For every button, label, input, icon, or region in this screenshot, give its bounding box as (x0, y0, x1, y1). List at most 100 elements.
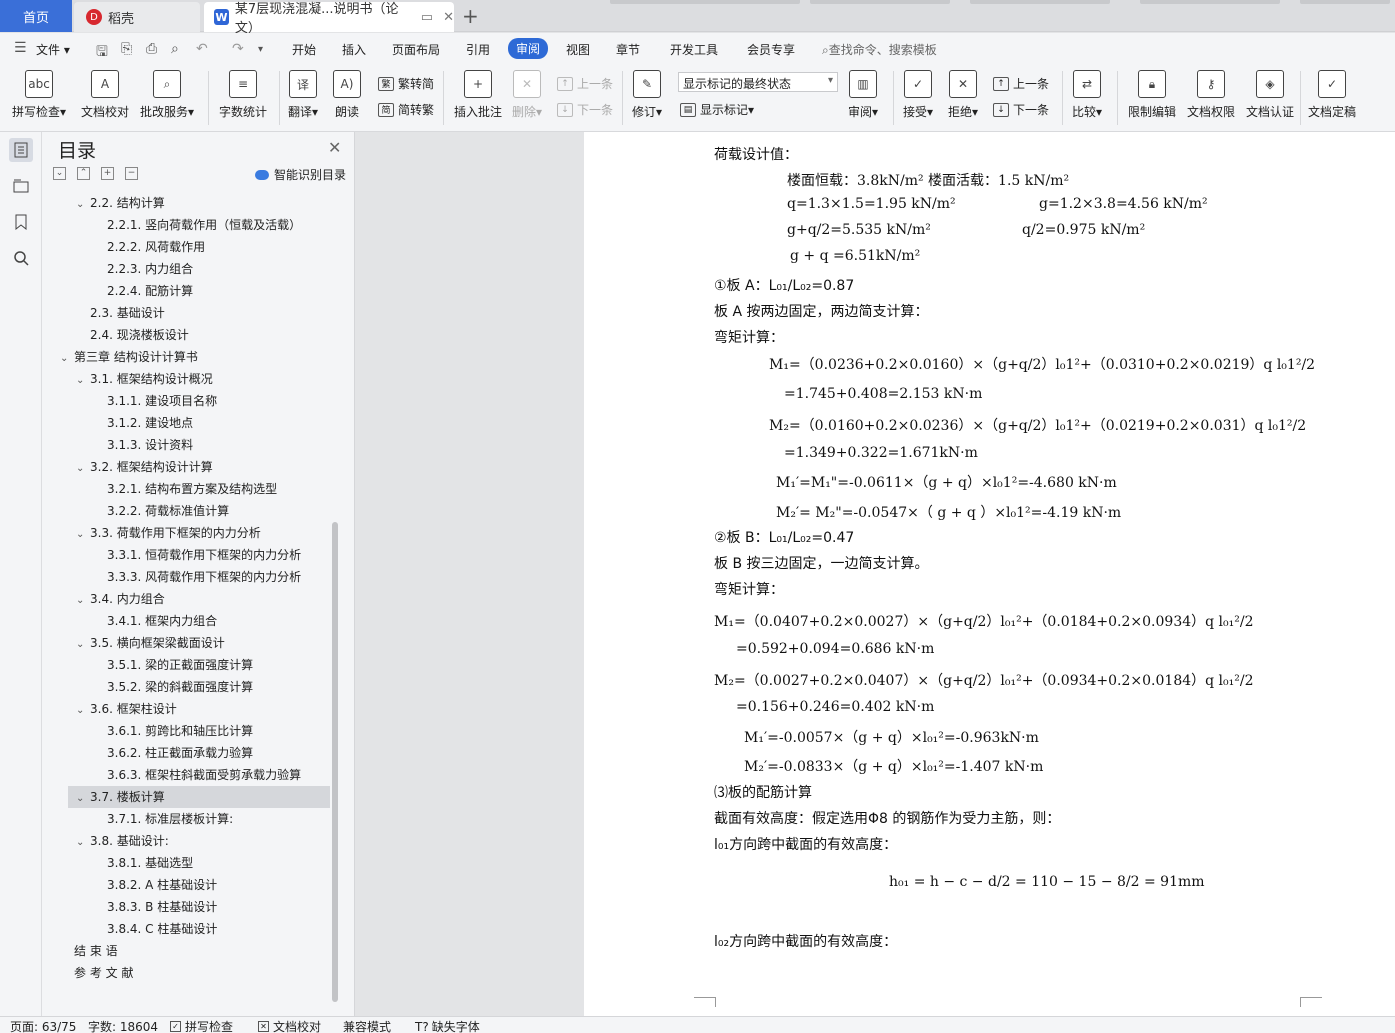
toc-remove-level-icon[interactable]: − (125, 167, 138, 180)
expand-chevron-icon[interactable]: ⌄ (76, 700, 90, 722)
review-pane-button[interactable]: ▥ 审阅▾ (848, 70, 878, 120)
tab-home[interactable]: 首页 (0, 0, 72, 32)
toc-item[interactable]: ⌄ 3.2. 框架结构设计计算 (42, 456, 332, 478)
tab-document[interactable]: W 某7层现浇混凝...说明书（论文） ▭ ✕ (204, 2, 454, 36)
show-markup-button[interactable]: ▤ 显示标记 ▾ (680, 101, 754, 118)
menu-insert[interactable]: 插入 (342, 41, 366, 58)
word-count[interactable]: 字数: 18604 (88, 1018, 158, 1033)
document-certify-button[interactable]: ◈ 文档认证 (1246, 70, 1294, 120)
bookmark-icon[interactable] (9, 210, 33, 234)
compare-button[interactable]: ⇄ 比较▾ (1072, 70, 1102, 120)
toc-item[interactable]: ⌄ 3.4. 内力组合 (42, 588, 332, 610)
toc-item[interactable]: 2.2.4. 配筋计算 (42, 280, 332, 302)
menu-view[interactable]: 视图 (566, 41, 590, 58)
menu-section[interactable]: 章节 (616, 41, 640, 58)
toc-item[interactable]: 参 考 文 献 (42, 962, 332, 984)
smart-toc-button[interactable]: 智能识别目录 (255, 166, 346, 183)
accept-button[interactable]: ✓ 接受▾ (903, 70, 933, 120)
expand-chevron-icon[interactable]: ⌄ (76, 524, 90, 546)
restrict-editing-button[interactable]: 🔒︎ 限制编辑 (1128, 70, 1176, 120)
toc-item[interactable]: 2.2.2. 风荷载作用 (42, 236, 332, 258)
toc-close-icon[interactable]: ✕ (328, 138, 341, 157)
toc-item[interactable]: 2.2.1. 竖向荷载作用（恒载及活载） (42, 214, 332, 236)
toc-item[interactable]: 3.1.1. 建设项目名称 (42, 390, 332, 412)
read-aloud-button[interactable]: A) 朗读 (333, 70, 361, 120)
toc-item[interactable]: 2.3. 基础设计 (42, 302, 332, 324)
toc-item[interactable]: 3.5.1. 梁的正截面强度计算 (42, 654, 332, 676)
export-pdf-icon[interactable]: ⎘ (121, 41, 132, 57)
toc-item[interactable]: 3.8.3. B 柱基础设计 (42, 896, 332, 918)
document-page[interactable]: 荷载设计值： 楼面恒载：3.8kN/m² 楼面活载：1.5 kN/m² q=1.3×… (584, 132, 1395, 1016)
menu-member[interactable]: 会员专享 (747, 41, 795, 58)
menu-start[interactable]: 开始 (292, 41, 316, 58)
translate-button[interactable]: 译翻译▾ (288, 70, 318, 120)
prev-comment-button[interactable]: ↑ 上一条 (557, 75, 613, 92)
tab-daoke[interactable]: D 稻壳 (74, 2, 200, 32)
status-proofread[interactable]: ✕ 文档校对 (258, 1018, 321, 1033)
toc-item[interactable]: 2.2.3. 内力组合 (42, 258, 332, 280)
menu-developer[interactable]: 开发工具 (670, 41, 718, 58)
toc-scrollbar-thumb[interactable] (332, 522, 338, 1002)
hamburger-icon[interactable]: ☰ (14, 40, 27, 56)
simp-to-trad-button[interactable]: 简简转繁 (378, 101, 434, 118)
toc-item[interactable]: 3.8.2. A 柱基础设计 (42, 874, 332, 896)
missing-font[interactable]: T? 缺失字体 (415, 1018, 480, 1033)
expand-chevron-icon[interactable]: ⌄ (76, 370, 90, 392)
menu-review[interactable]: 审阅 (508, 38, 549, 59)
batch-service-button[interactable]: ⌕ 批改服务▾ (140, 70, 194, 120)
reject-button[interactable]: ✕ 拒绝▾ (948, 70, 978, 120)
toc-item[interactable]: ⌄ 3.8. 基础设计: (42, 830, 332, 852)
toc-item[interactable]: ⌄ 3.6. 框架柱设计 (42, 698, 332, 720)
expand-chevron-icon[interactable]: ⌄ (76, 634, 90, 656)
toc-item[interactable]: 3.8.4. C 柱基础设计 (42, 918, 332, 940)
trad-to-simp-button[interactable]: 繁繁转简 (378, 75, 434, 92)
expand-chevron-icon[interactable]: ⌄ (60, 348, 74, 370)
toc-expand-all-icon[interactable]: ⌃ (77, 167, 90, 180)
toc-item[interactable]: 3.6.1. 剪跨比和轴压比计算 (42, 720, 332, 742)
toc-item[interactable]: ⌄ 3.5. 横向框架梁截面设计 (42, 632, 332, 654)
toc-item[interactable]: 3.5.2. 梁的斜截面强度计算 (42, 676, 332, 698)
toc-item[interactable]: ⌄ 3.3. 荷载作用下框架的内力分析 (42, 522, 332, 544)
menu-file[interactable]: 文件 ▾ (36, 41, 70, 58)
toc-add-level-icon[interactable]: + (101, 167, 114, 180)
toc-item[interactable]: 3.8.1. 基础选型 (42, 852, 332, 874)
next-change-button[interactable]: ↓ 下一条 (993, 101, 1049, 118)
new-tab-icon[interactable]: + (462, 4, 479, 28)
document-rights-button[interactable]: ⚷ 文档权限 (1187, 70, 1235, 120)
toc-item[interactable]: 3.7.1. 标准层楼板计算: (42, 808, 332, 830)
track-changes-button[interactable]: ✎ 修订▾ (632, 70, 662, 120)
toc-view-icon[interactable] (9, 138, 33, 162)
toc-item[interactable]: ⌄ 3.1. 框架结构设计概况 (42, 368, 332, 390)
finalize-button[interactable]: ✓ 文档定稿 (1308, 70, 1356, 120)
status-spell-check[interactable]: ✓ 拼写检查 (170, 1018, 233, 1033)
toc-item[interactable]: 结 束 语 (42, 940, 332, 962)
toc-item[interactable]: ⌄ 3.7. 楼板计算 (68, 786, 330, 808)
chapter-nav-icon[interactable] (9, 174, 33, 198)
expand-chevron-icon[interactable]: ⌄ (76, 194, 90, 216)
word-count-button[interactable]: ≡ 字数统计 (219, 70, 267, 120)
expand-chevron-icon[interactable]: ⌄ (76, 590, 90, 612)
save-icon[interactable]: 🖫 (96, 41, 108, 65)
command-search[interactable]: ⌕查找命令、搜索模板 (822, 41, 937, 58)
toc-item[interactable]: 3.3.3. 风荷载作用下框架的内力分析 (42, 566, 332, 588)
proofread-button[interactable]: A 文档校对 (81, 70, 129, 120)
next-comment-button[interactable]: ↓ 下一条 (557, 101, 613, 118)
prev-change-button[interactable]: ↑ 上一条 (993, 75, 1049, 92)
expand-chevron-icon[interactable]: ⌄ (76, 458, 90, 480)
spell-check-button[interactable]: abc 拼写检查▾ (12, 70, 66, 120)
expand-chevron-icon[interactable]: ⌄ (76, 832, 90, 854)
toc-item[interactable]: 3.6.3. 框架柱斜截面受剪承载力验算 (42, 764, 332, 786)
delete-comment-button[interactable]: ✕ 删除▾ (512, 70, 542, 120)
tab-pin-icon[interactable]: ▭ (421, 10, 433, 25)
tab-close-icon[interactable]: ✕ (443, 10, 454, 25)
undo-icon[interactable]: ↶ (196, 41, 208, 57)
toc-item[interactable]: 3.4.1. 框架内力组合 (42, 610, 332, 632)
menu-page-layout[interactable]: 页面布局 (392, 41, 440, 58)
toc-item[interactable]: 2.4. 现浇楼板设计 (42, 324, 332, 346)
page-indicator[interactable]: 页面: 63/75 (10, 1018, 76, 1033)
toc-item[interactable]: ⌄ 2.2. 结构计算 (42, 192, 332, 214)
toc-item[interactable]: 3.2.1. 结构布置方案及结构选型 (42, 478, 332, 500)
toc-item[interactable]: 3.3.1. 恒荷载作用下框架的内力分析 (42, 544, 332, 566)
search-panel-icon[interactable] (9, 246, 33, 270)
toc-collapse-all-icon[interactable]: ⌄ (53, 167, 66, 180)
